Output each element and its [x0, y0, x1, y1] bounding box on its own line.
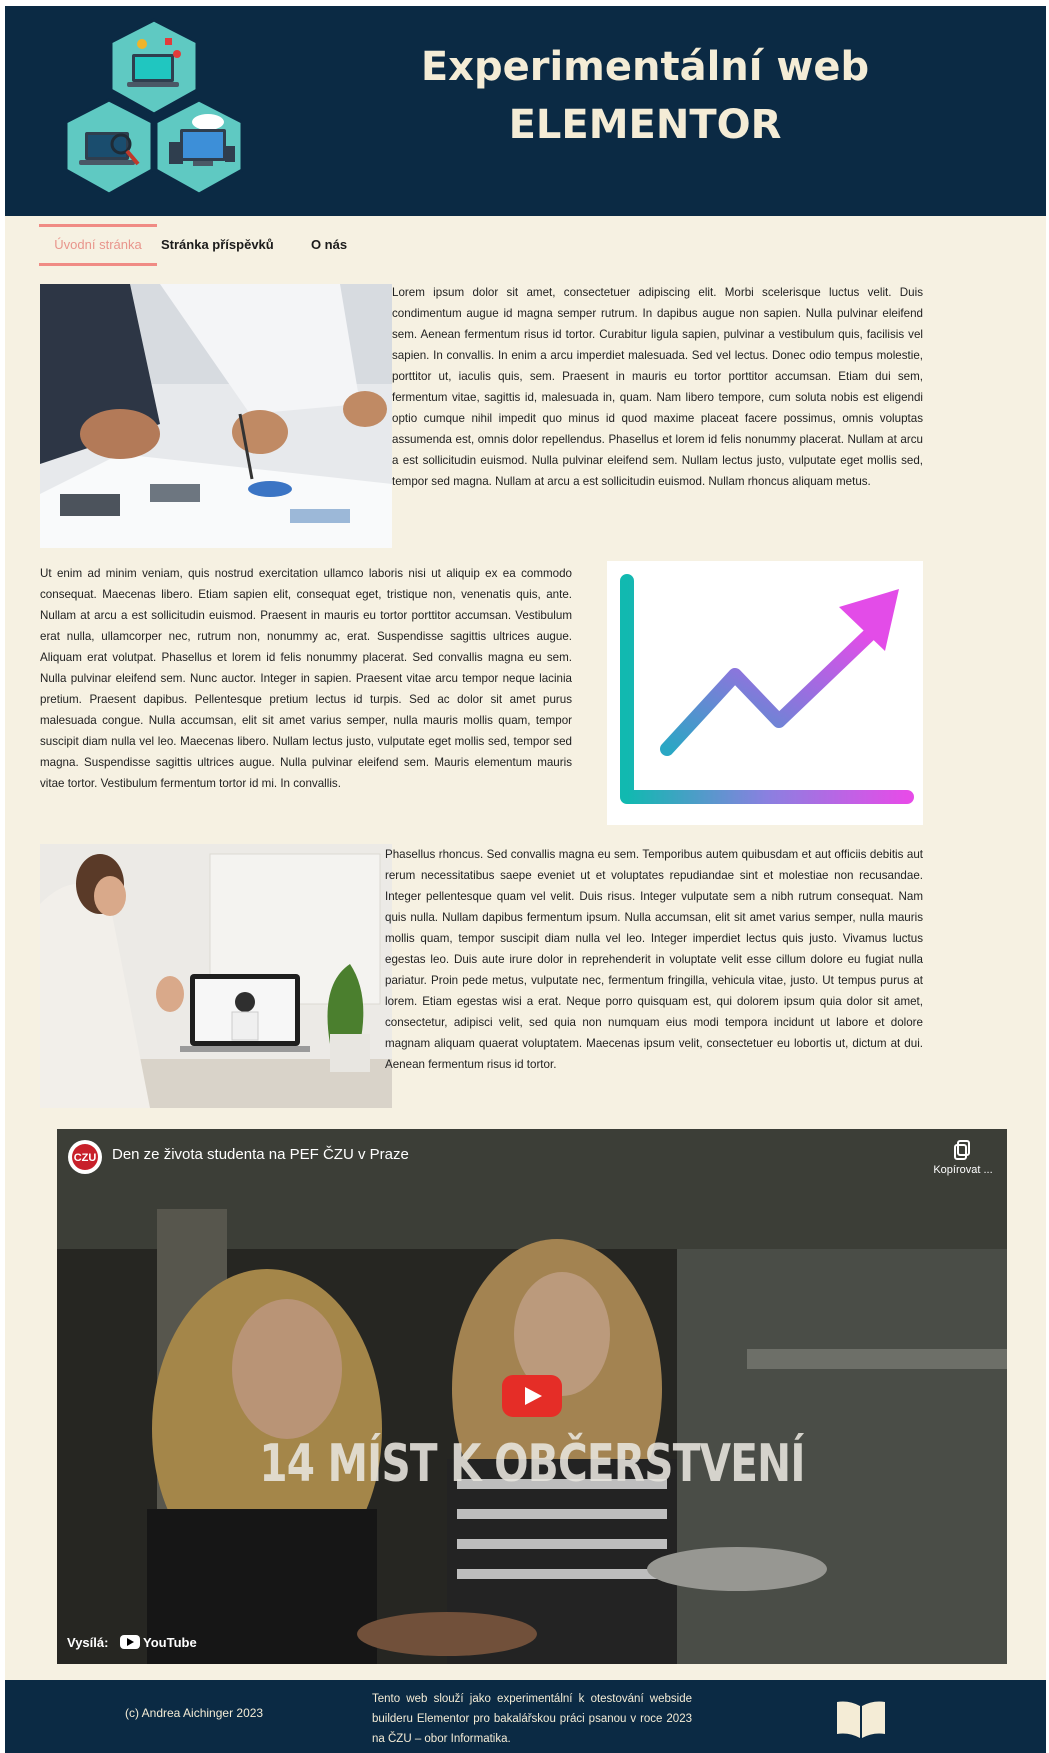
footer-description: Tento web slouží jako experimentální k o… [372, 1693, 692, 1745]
play-button[interactable] [502, 1375, 562, 1417]
growth-chart-image [607, 561, 923, 825]
video-title[interactable]: Den ze života studenta na PEF ČZU v Praz… [112, 1146, 409, 1163]
online-call-image [40, 844, 392, 1108]
watch-on-label: Vysílá: [67, 1635, 109, 1650]
site-title: Experimentální web ELEMENTOR [365, 38, 925, 154]
czu-logo-text: CZU [74, 1152, 97, 1164]
copy-icon [954, 1140, 970, 1160]
section2-text: Ut enim ad minim veniam, quis nostrud ex… [40, 567, 572, 790]
open-book-icon [837, 1701, 885, 1738]
channel-logo[interactable]: CZU [68, 1140, 102, 1174]
site-header: Experimentální web ELEMENTOR [5, 6, 1046, 216]
youtube-label: YouTube [143, 1634, 197, 1650]
footer-copyright: (c) Andrea Aichinger 2023 [125, 1706, 264, 1720]
site-title-line2: ELEMENTOR [508, 102, 782, 148]
hexagon-computers-logo [65, 18, 244, 196]
copy-link-button[interactable]: Kopírovat ... [933, 1139, 993, 1189]
business-meeting-image [40, 284, 392, 548]
youtube-badge[interactable]: YouTube [120, 1632, 197, 1652]
copy-link-label: Kopírovat ... [933, 1164, 993, 1176]
video-embed[interactable]: CZU Den ze života studenta na PEF ČZU v … [57, 1129, 1007, 1664]
site-footer: (c) Andrea Aichinger 2023 Tento web slou… [5, 1680, 1046, 1753]
czu-logo-icon: CZU [69, 1141, 101, 1173]
nav-item-posts[interactable]: Stránka příspěvků [161, 224, 274, 266]
youtube-play-icon [120, 1635, 140, 1649]
video-overlay-text: 14 MÍST K OBČERSTVENÍ [259, 1434, 805, 1494]
section1-text: Lorem ipsum dolor sit amet, consectetuer… [392, 286, 923, 488]
site-title-line1: Experimentální web [420, 44, 870, 90]
nav-item-about[interactable]: O nás [309, 224, 349, 266]
section3-text: Phasellus rhoncus. Sed convallis magna e… [385, 848, 923, 1071]
nav-item-home[interactable]: Úvodní stránka [39, 224, 157, 266]
page: Experimentální web ELEMENTOR Úvodní strá… [5, 6, 1046, 1753]
